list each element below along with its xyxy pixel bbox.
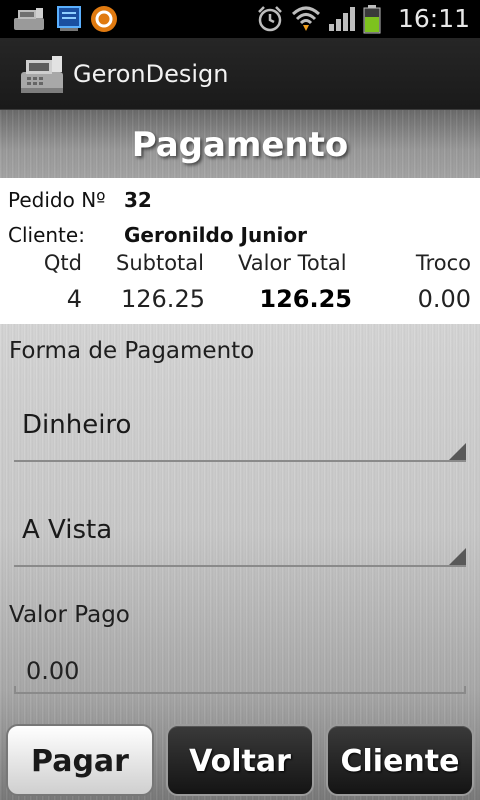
paid-amount-value: 0.00 [26,657,80,685]
payment-method-value: Dinheiro [22,410,132,440]
spinner-underline [14,460,466,462]
payment-terms-value: A Vista [22,515,113,545]
total-header: Valor Total [238,251,347,275]
back-button[interactable]: Voltar [166,724,314,796]
clock: 16:11 [397,4,470,33]
dropdown-arrow-icon [449,443,466,460]
order-number: 32 [124,188,152,212]
subtotal-header: Subtotal [116,251,204,275]
wifi-icon [291,4,321,38]
alarm-icon [256,5,284,37]
payment-method-label: Forma de Pagamento [9,338,255,364]
payment-method-spinner[interactable]: Dinheiro [12,396,468,462]
payment-terms-spinner[interactable]: A Vista [12,501,468,567]
cash-register-icon[interactable] [18,52,66,100]
qty-header: Qtd [43,251,82,275]
input-underline-right-tick [464,686,466,694]
status-bar: 16:11 [0,0,480,38]
qty-value: 4 [66,285,82,313]
order-summary: Pedido Nº 32 Cliente: Geronildo Junior Q… [0,178,480,324]
app-title: GeronDesign [73,60,229,88]
order-number-label: Pedido Nº [8,188,106,212]
input-underline [14,692,466,694]
client-button[interactable]: Cliente [326,724,474,796]
client-label: Cliente: [8,223,85,247]
action-bar: GeronDesign [0,38,480,110]
client-name: Geronildo Junior [124,223,307,247]
change-header: Troco [415,251,471,275]
subtotal-value: 126.25 [121,285,205,313]
avast-icon [89,4,119,38]
paid-amount-label: Valor Pago [9,602,130,628]
spinner-underline [14,565,466,567]
dropdown-arrow-icon [449,548,466,565]
monitor-icon [56,5,82,37]
total-value: 126.25 [259,285,352,313]
page-title: Pagamento [131,125,349,165]
change-value: 0.00 [417,285,471,313]
battery-icon [362,4,382,38]
paid-amount-input[interactable]: 0.00 [12,648,468,694]
pay-button[interactable]: Pagar [6,724,154,796]
cash-register-icon [12,6,46,36]
signal-icon [327,6,357,36]
input-underline-left-tick [14,686,16,694]
